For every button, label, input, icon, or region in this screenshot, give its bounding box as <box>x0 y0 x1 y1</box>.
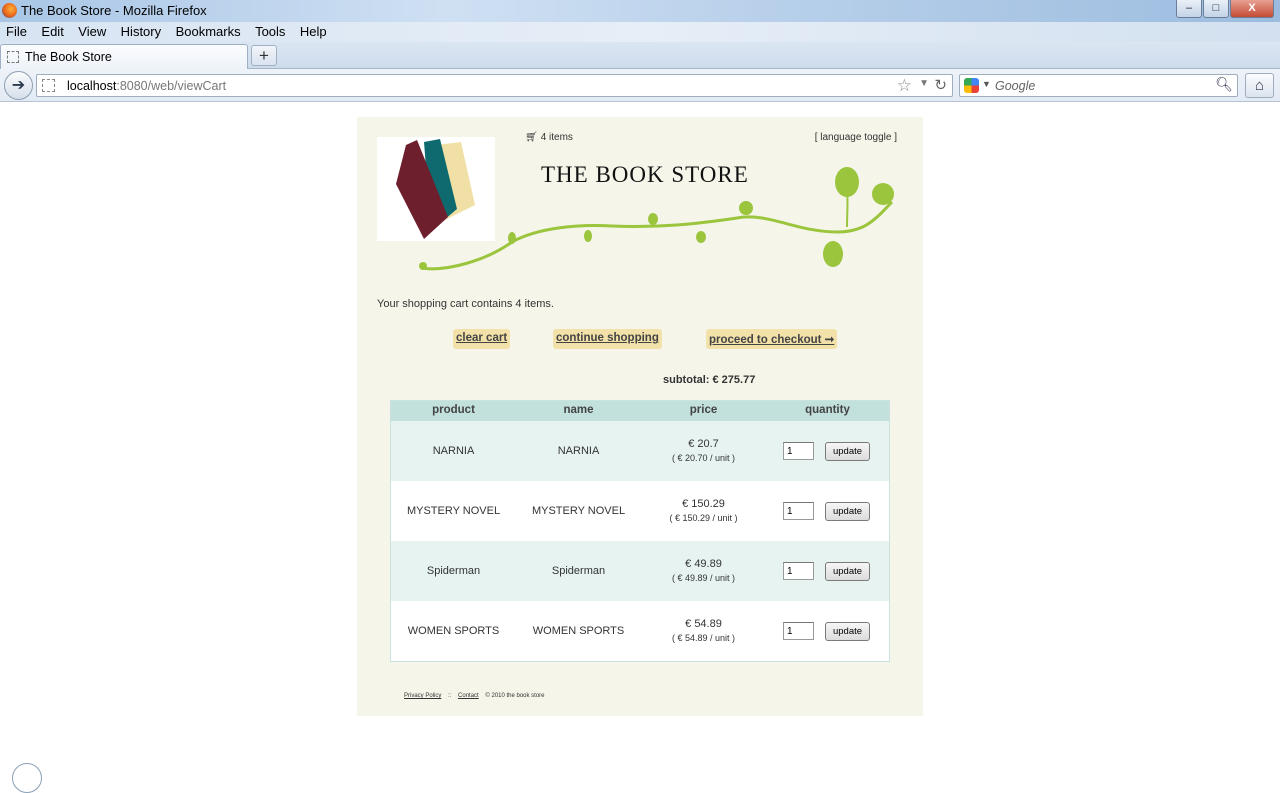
home-icon: ⌂ <box>1254 77 1265 94</box>
name-cell[interactable]: WOMEN SPORTS <box>516 625 641 637</box>
tab-the-book-store[interactable]: The Book Store <box>0 44 248 69</box>
price-cell: € 20.7 ( € 20.70 / unit ) <box>641 438 766 463</box>
minimize-button[interactable]: – <box>1176 0 1202 18</box>
maximize-button[interactable]: □ <box>1203 0 1229 18</box>
privacy-policy-link[interactable]: Privacy Policy <box>404 693 441 699</box>
cart-item-count: 4 items <box>540 132 573 143</box>
bookmark-star-icon[interactable]: ☆ <box>897 76 912 96</box>
quantity-input[interactable] <box>783 562 814 580</box>
column-header-product: product <box>432 404 475 416</box>
product-cell[interactable]: NARNIA <box>391 445 516 457</box>
address-bar[interactable]: localhost:8080/web/viewCart ☆ ▼ ↻ <box>36 74 953 97</box>
menu-help[interactable]: Help <box>295 22 332 39</box>
page-footer: Privacy Policy :: Contact © 2010 the boo… <box>404 693 550 699</box>
table-header: product name price quantity <box>391 401 889 421</box>
book-store-page: 🛒︎ 4 items [ language toggle ] THE BOOK S… <box>357 117 923 716</box>
language-toggle-link[interactable]: [ language toggle ] <box>815 132 897 143</box>
column-header-name: name <box>563 404 594 416</box>
status-indicator-icon <box>12 763 42 793</box>
address-path: :8080/web/viewCart <box>116 79 227 93</box>
address-host: localhost <box>67 79 117 93</box>
menu-bar: File Edit View History Bookmarks Tools H… <box>0 22 1280 42</box>
price-cell: € 54.89 ( € 54.89 / unit ) <box>641 618 766 643</box>
vine-decoration <box>419 167 894 271</box>
clear-cart-button[interactable]: clear cart <box>453 329 511 349</box>
table-row: Spiderman Spiderman € 49.89 ( € 49.89 / … <box>391 541 889 601</box>
price-per-unit: ( € 150.29 / unit ) <box>669 513 738 523</box>
page-icon <box>7 51 19 63</box>
price-total: € 54.89 <box>685 618 722 630</box>
price-per-unit: ( € 54.89 / unit ) <box>671 633 736 643</box>
price-per-unit: ( € 49.89 / unit ) <box>671 573 736 583</box>
window-titlebar: The Book Store - Mozilla Firefox – □ X <box>0 0 1280 22</box>
window-title: The Book Store - Mozilla Firefox <box>21 3 207 18</box>
back-button[interactable]: ➔ <box>4 71 33 100</box>
menu-edit[interactable]: Edit <box>36 22 68 39</box>
navigation-toolbar: ➔ localhost:8080/web/viewCart ☆ ▼ ↻ ▼ Go… <box>0 69 1280 102</box>
price-cell: € 150.29 ( € 150.29 / unit ) <box>641 498 766 523</box>
site-identity-icon[interactable] <box>42 79 55 92</box>
copyright-text: © 2010 the book store <box>485 693 545 699</box>
product-cell[interactable]: MYSTERY NOVEL <box>391 505 516 517</box>
proceed-to-checkout-button[interactable]: proceed to checkout ➞ <box>706 329 838 349</box>
name-cell[interactable]: NARNIA <box>516 445 641 457</box>
google-engine-icon[interactable] <box>964 78 979 93</box>
search-icon[interactable]: 🔍︎ <box>1215 76 1233 93</box>
new-tab-button[interactable]: + <box>251 45 277 66</box>
home-button[interactable]: ⌂ <box>1245 73 1274 98</box>
menu-history[interactable]: History <box>116 22 166 39</box>
reload-icon[interactable]: ↻ <box>934 76 947 94</box>
cart-subtotal: subtotal: € 275.77 <box>663 374 756 386</box>
update-button[interactable]: update <box>825 562 870 581</box>
quantity-input[interactable] <box>783 502 814 520</box>
window-controls: – □ X <box>1175 0 1274 18</box>
quantity-input[interactable] <box>783 622 814 640</box>
update-button[interactable]: update <box>825 622 870 641</box>
column-header-price: price <box>689 404 718 416</box>
product-cell[interactable]: WOMEN SPORTS <box>391 625 516 637</box>
update-button[interactable]: update <box>825 502 870 521</box>
header-cart-summary[interactable]: 🛒︎ 4 items <box>525 132 573 143</box>
name-cell[interactable]: Spiderman <box>516 565 641 577</box>
close-button[interactable]: X <box>1230 0 1274 18</box>
price-total: € 20.7 <box>688 438 719 450</box>
tab-label: The Book Store <box>25 50 112 64</box>
table-row: MYSTERY NOVEL MYSTERY NOVEL € 150.29 ( €… <box>391 481 889 541</box>
shopping-cart-icon: 🛒︎ <box>525 132 538 143</box>
arrow-left-icon: ➔ <box>11 77 26 94</box>
search-placeholder: Google <box>995 79 1036 93</box>
price-total: € 150.29 <box>682 498 725 510</box>
footer-separator: :: <box>448 693 452 699</box>
continue-shopping-button[interactable]: continue shopping <box>553 329 662 349</box>
menu-file[interactable]: File <box>1 22 32 39</box>
firefox-icon <box>2 3 17 18</box>
price-total: € 49.89 <box>685 558 722 570</box>
name-cell[interactable]: MYSTERY NOVEL <box>516 505 641 517</box>
search-bar[interactable]: ▼ Google 🔍︎ <box>959 74 1238 97</box>
quantity-input[interactable] <box>783 442 814 460</box>
menu-bookmarks[interactable]: Bookmarks <box>171 22 246 39</box>
price-per-unit: ( € 20.70 / unit ) <box>671 453 736 463</box>
address-url: localhost:8080/web/viewCart <box>67 79 226 93</box>
product-cell[interactable]: Spiderman <box>391 565 516 577</box>
menu-tools[interactable]: Tools <box>250 22 290 39</box>
tab-strip: The Book Store <box>0 42 1280 69</box>
history-dropdown-icon[interactable]: ▼ <box>919 78 929 89</box>
engine-dropdown-icon[interactable]: ▼ <box>982 79 991 89</box>
cart-table: product name price quantity NARNIA NARNI… <box>390 400 890 662</box>
table-row: NARNIA NARNIA € 20.7 ( € 20.70 / unit ) … <box>391 421 889 481</box>
contact-link[interactable]: Contact <box>458 693 479 699</box>
update-button[interactable]: update <box>825 442 870 461</box>
cart-status-message: Your shopping cart contains 4 items. <box>377 298 554 310</box>
menu-view[interactable]: View <box>73 22 111 39</box>
table-row: WOMEN SPORTS WOMEN SPORTS € 54.89 ( € 54… <box>391 601 889 661</box>
column-header-quantity: quantity <box>805 404 850 416</box>
price-cell: € 49.89 ( € 49.89 / unit ) <box>641 558 766 583</box>
